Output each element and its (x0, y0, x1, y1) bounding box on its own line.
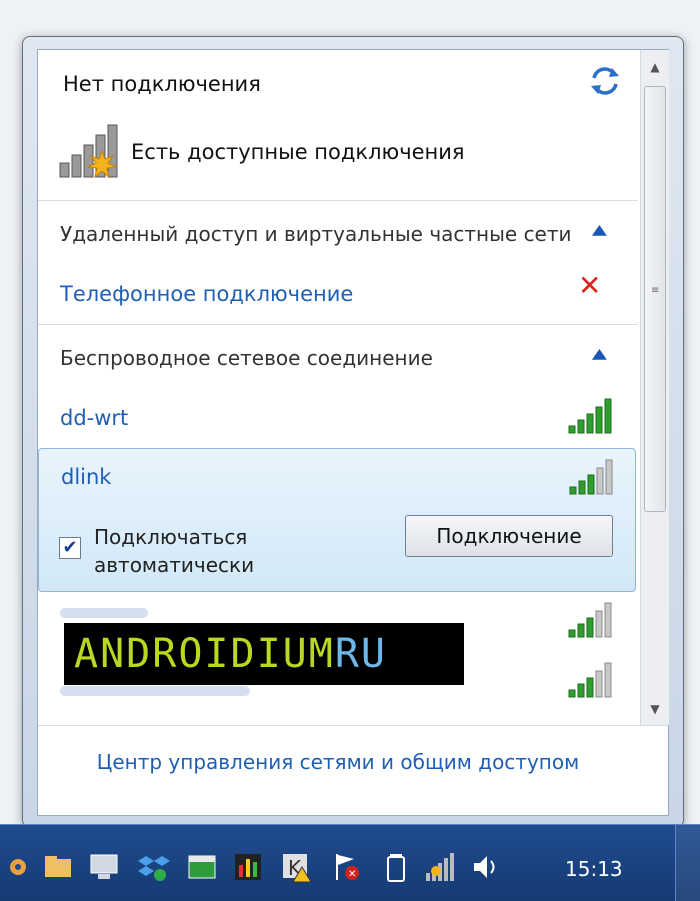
blurred-network-name[interactable] (60, 686, 250, 696)
close-icon[interactable]: ✕ (578, 272, 601, 300)
chart-icon[interactable] (232, 851, 264, 883)
auto-connect-label: Подключаться автоматически (94, 525, 255, 577)
green-app-icon[interactable] (186, 851, 218, 883)
settings-icon[interactable] (2, 851, 34, 883)
grip-icon: ≡ (651, 285, 660, 296)
action-center-flag-icon[interactable]: ✕ (330, 851, 362, 883)
watermark-logo: ANDROIDIUM RU (64, 623, 464, 685)
svg-text:✕: ✕ (348, 869, 356, 880)
dropbox-icon[interactable] (138, 851, 170, 883)
chevron-up-icon[interactable]: ▲ (592, 222, 607, 238)
auto-connect-checkbox[interactable]: ✔ (59, 537, 81, 559)
signal-strength-icon (568, 398, 612, 434)
scroll-down-icon[interactable]: ▼ (641, 696, 669, 722)
computer-icon[interactable] (88, 851, 120, 883)
taskbar: K ✕ 15:13 (0, 824, 700, 901)
available-connections-icon (59, 124, 118, 179)
network-list: Нет подключения Есть доступные подключен… (38, 50, 638, 725)
signal-strength-icon (568, 602, 612, 638)
section-title-wireless: Беспроводное сетевое соединение (60, 346, 433, 370)
section-title-remote-access: Удаленный доступ и виртуальные частные с… (60, 222, 572, 246)
kaspersky-icon[interactable]: K (280, 851, 312, 883)
volume-icon[interactable] (470, 851, 502, 883)
connection-status-subtitle: Есть доступные подключения (131, 140, 465, 164)
dialup-connection-link[interactable]: Телефонное подключение (60, 282, 353, 306)
watermark-suffix: RU (334, 631, 387, 677)
network-sharing-center-link[interactable]: Центр управления сетями и общим доступом (38, 750, 638, 774)
battery-icon[interactable] (380, 851, 412, 883)
folder-icon[interactable] (42, 851, 74, 883)
divider (38, 324, 638, 325)
divider (38, 725, 668, 726)
connection-status-title: Нет подключения (63, 72, 261, 96)
signal-strength-icon (569, 459, 613, 495)
scrollbar[interactable]: ▲ ≡ ▼ (640, 50, 669, 725)
refresh-icon[interactable] (588, 64, 622, 98)
network-signal-icon[interactable] (424, 851, 456, 883)
network-item-dd-wrt[interactable]: dd-wrt (60, 406, 128, 430)
blurred-network-name[interactable] (60, 608, 148, 618)
chevron-up-icon[interactable]: ▲ (592, 346, 607, 362)
watermark-text: ANDROIDIUM (74, 631, 335, 677)
connect-button[interactable]: Подключение (405, 515, 613, 557)
scroll-thumb[interactable]: ≡ (644, 86, 666, 512)
scroll-up-icon[interactable]: ▲ (641, 54, 669, 80)
selected-network-card[interactable]: dlink ✔ Подключаться автоматически Подкл… (38, 448, 636, 592)
network-flyout-panel: Нет подключения Есть доступные подключен… (37, 49, 669, 816)
network-item-dlink[interactable]: dlink (61, 465, 111, 489)
divider (38, 200, 638, 201)
show-desktop-button[interactable] (675, 825, 700, 901)
signal-strength-icon (568, 662, 612, 698)
clock[interactable]: 15:13 (565, 857, 623, 881)
